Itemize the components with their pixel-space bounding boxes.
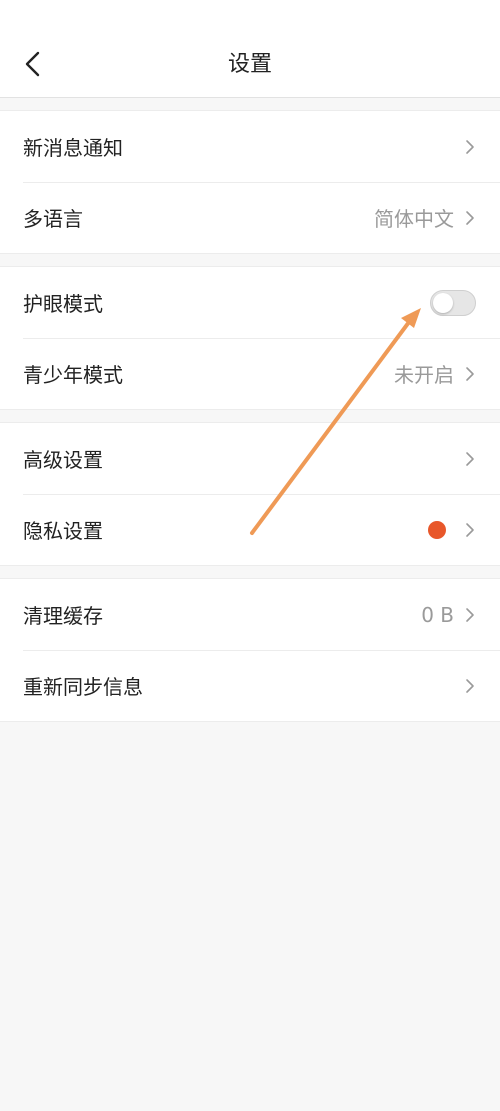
row-label: 多语言 bbox=[23, 207, 83, 231]
teen-mode-value: 未开启 bbox=[394, 363, 454, 387]
settings-page: 设置 新消息通知 多语言 简体中文 护眼模式 青少年模式 未开启 高级设置 隐私… bbox=[0, 0, 500, 1111]
language-value: 简体中文 bbox=[374, 207, 454, 231]
settings-group-1: 新消息通知 多语言 简体中文 bbox=[0, 110, 500, 254]
row-label: 重新同步信息 bbox=[23, 675, 143, 699]
row-resync-info[interactable]: 重新同步信息 bbox=[0, 650, 500, 721]
chevron-right-icon bbox=[464, 209, 476, 227]
settings-group-3: 高级设置 隐私设置 bbox=[0, 422, 500, 566]
row-clear-cache[interactable]: 清理缓存 0 B bbox=[0, 579, 500, 650]
back-button[interactable] bbox=[10, 40, 54, 88]
notification-dot-icon bbox=[428, 520, 446, 539]
chevron-right-icon bbox=[464, 450, 476, 468]
row-eye-protection-mode: 护眼模式 bbox=[0, 267, 500, 338]
row-label: 新消息通知 bbox=[23, 136, 123, 160]
row-label: 高级设置 bbox=[23, 448, 103, 472]
page-title: 设置 bbox=[227, 52, 272, 77]
row-label: 青少年模式 bbox=[23, 363, 123, 387]
row-advanced-settings[interactable]: 高级设置 bbox=[0, 423, 500, 494]
eye-protection-toggle[interactable] bbox=[430, 289, 476, 316]
chevron-right-icon bbox=[464, 138, 476, 156]
cache-size-value: 0 B bbox=[421, 602, 454, 627]
row-label: 隐私设置 bbox=[23, 519, 103, 543]
chevron-right-icon bbox=[464, 365, 476, 383]
row-label: 护眼模式 bbox=[23, 292, 103, 316]
chevron-right-icon bbox=[464, 521, 476, 539]
row-label: 清理缓存 bbox=[23, 604, 103, 628]
row-new-message-notification[interactable]: 新消息通知 bbox=[0, 111, 500, 182]
chevron-left-icon bbox=[25, 51, 40, 77]
status-bar-area bbox=[0, 0, 500, 32]
toggle-knob bbox=[433, 292, 453, 313]
chevron-right-icon bbox=[464, 606, 476, 624]
row-language[interactable]: 多语言 简体中文 bbox=[0, 182, 500, 253]
settings-group-2: 护眼模式 青少年模式 未开启 bbox=[0, 266, 500, 410]
settings-group-4: 清理缓存 0 B 重新同步信息 bbox=[0, 578, 500, 722]
row-privacy-settings[interactable]: 隐私设置 bbox=[0, 494, 500, 565]
navigation-bar: 设置 bbox=[0, 32, 500, 98]
chevron-right-icon bbox=[464, 677, 476, 695]
row-teen-mode[interactable]: 青少年模式 未开启 bbox=[0, 338, 500, 409]
